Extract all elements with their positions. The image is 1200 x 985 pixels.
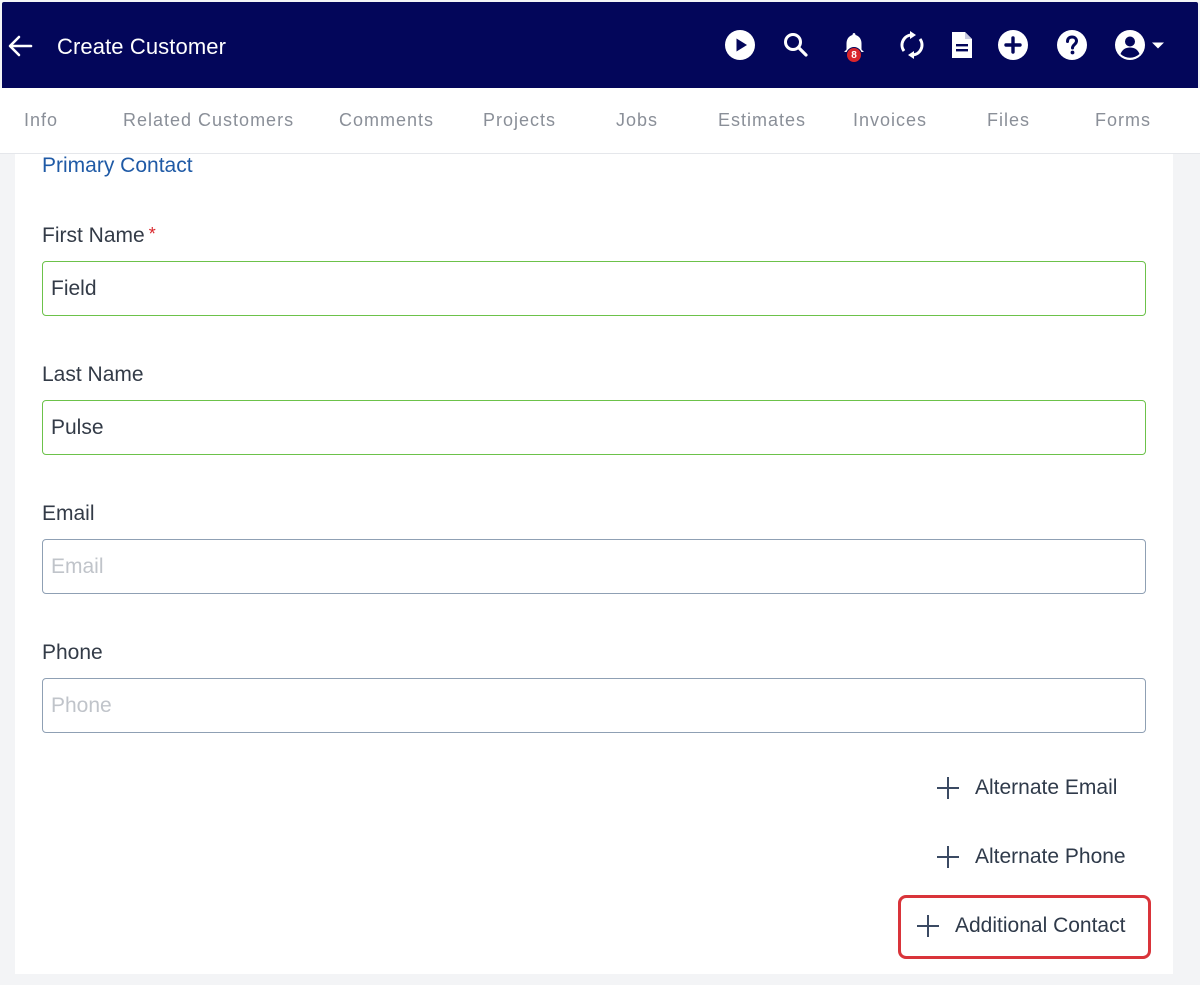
tab-forms[interactable]: Forms [1095, 110, 1151, 131]
sync-button[interactable] [896, 29, 928, 61]
last-name-field[interactable] [42, 400, 1146, 455]
phone-field[interactable] [42, 678, 1146, 733]
tab-bar: Info Related Customers Comments Projects… [0, 88, 1200, 154]
tab-estimates[interactable]: Estimates [718, 110, 806, 131]
sync-icon [900, 31, 924, 59]
first-name-label-text: First Name [42, 224, 145, 247]
first-name-label: First Name * [42, 224, 156, 248]
top-bar: Create Customer 8 [2, 2, 1198, 88]
help-icon [1057, 30, 1087, 60]
email-label: Email [42, 502, 95, 525]
tab-related-customers[interactable]: Related Customers [123, 110, 294, 131]
alternate-phone-label: Alternate Phone [975, 845, 1126, 868]
last-name-label: Last Name [42, 363, 144, 386]
alternate-email-label: Alternate Email [975, 776, 1118, 799]
documents-button[interactable] [946, 29, 978, 61]
tab-jobs[interactable]: Jobs [616, 110, 658, 131]
required-asterisk: * [148, 224, 156, 244]
plus-icon [917, 915, 939, 937]
first-name-field[interactable] [42, 261, 1146, 316]
additional-contact-label: Additional Contact [955, 914, 1126, 937]
header-toolbar: 8 [2, 2, 1198, 88]
alternate-email-button[interactable]: Alternate Email [937, 776, 1117, 800]
plus-circle-icon [998, 30, 1028, 60]
play-icon [725, 30, 755, 60]
additional-contact-button[interactable]: Additional Contact [917, 914, 1125, 938]
help-button[interactable] [1056, 29, 1088, 61]
section-title: Primary Contact [42, 154, 193, 177]
tab-invoices[interactable]: Invoices [853, 110, 927, 131]
document-icon [952, 32, 972, 58]
notifications-button[interactable]: 8 [838, 29, 870, 63]
app-frame: Create Customer 8 Info Related Customers… [0, 0, 1200, 985]
phone-label: Phone [42, 641, 103, 664]
add-button[interactable] [997, 29, 1029, 61]
tab-files[interactable]: Files [987, 110, 1030, 131]
alternate-phone-button[interactable]: Alternate Phone [937, 845, 1126, 869]
search-button[interactable] [780, 29, 812, 61]
plus-icon [937, 846, 959, 868]
user-menu-icon [1115, 30, 1164, 60]
search-icon [784, 33, 808, 57]
form-card: Primary Contact First Name* Last Name Em… [15, 154, 1173, 974]
plus-icon [937, 777, 959, 799]
tab-projects[interactable]: Projects [483, 110, 556, 131]
play-button[interactable] [724, 29, 756, 61]
tab-info[interactable]: Info [24, 110, 58, 131]
notification-badge: 8 [846, 47, 862, 63]
user-menu-button[interactable] [1114, 29, 1166, 61]
tab-comments[interactable]: Comments [339, 110, 434, 131]
email-field[interactable] [42, 539, 1146, 594]
